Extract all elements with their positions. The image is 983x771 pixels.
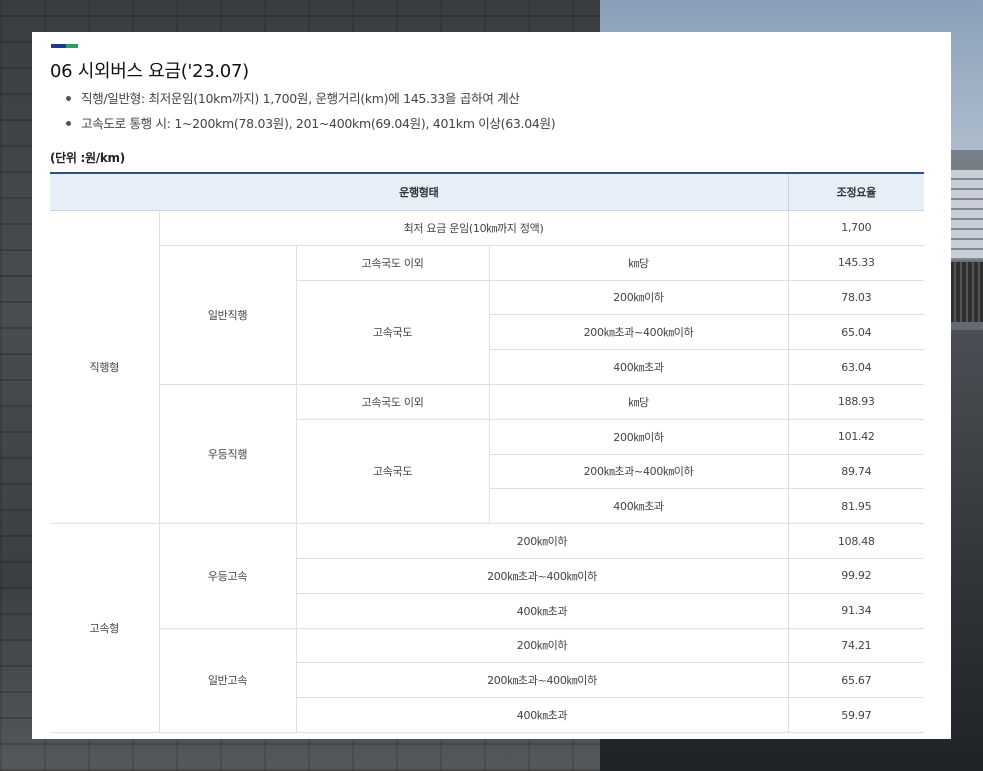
subgroup-cell: 일반고속 — [159, 627, 297, 733]
header-adjusted-rate: 조정요율 — [787, 172, 925, 211]
building-background — [948, 170, 983, 260]
table-row: 고속형 우등고속 200㎞이하 108.48 — [50, 523, 925, 733]
rate-cell: 145.33 — [787, 244, 925, 281]
distance-cell: 200㎞이하 — [295, 627, 789, 664]
fare-note-item: 고속도로 통행 시: 1~200km(78.03원), 201~400km(69… — [66, 115, 556, 140]
road-type-cell: 고속국도 — [296, 279, 490, 385]
header-operation-type: 운행형태 — [50, 172, 789, 211]
min-fare-label: 최저 요금 운임(10㎞까지 정액) — [158, 210, 789, 246]
distance-cell: 200㎞초과~400㎞이하 — [296, 557, 789, 594]
group-cell: 고속형 — [50, 523, 160, 733]
road-type-cell: 고속국도 이외 — [295, 383, 490, 420]
unit-label: (단위 :원/km) — [50, 151, 125, 165]
distance-cell: 200㎞초과~400㎞이하 — [296, 662, 789, 699]
table-row: 일반고속 200㎞이하 74.21 — [50, 627, 925, 733]
subgroup-cell: 일반직행 — [159, 244, 297, 385]
distance-cell: 400㎞초과 — [489, 488, 789, 525]
table-header-row: 운행형태 조정요율 — [50, 172, 925, 211]
rate-cell: 99.92 — [787, 557, 925, 594]
distance-cell: 200㎞이하 — [295, 523, 789, 559]
rate-cell: 1,700 — [787, 210, 925, 246]
rate-cell: 89.74 — [787, 453, 925, 490]
road-type-cell: 고속국도 이외 — [295, 244, 490, 281]
fare-info-panel: 06 시외버스 요금('23.07) 직행/일반형: 최저운임(10km까지) … — [32, 32, 951, 739]
distance-cell: ㎞당 — [488, 244, 789, 281]
rate-cell: 65.04 — [787, 314, 925, 351]
distance-cell: 400㎞초과 — [489, 349, 789, 385]
table-row: 직행형 최저 요금 운임(10㎞까지 정액) 1,700 — [50, 209, 925, 525]
distance-cell: 400㎞초과 — [296, 697, 789, 733]
rate-cell: 59.97 — [787, 697, 925, 733]
rate-cell: 65.67 — [787, 662, 925, 699]
rate-cell: 81.95 — [787, 488, 925, 525]
fare-notes-list: 직행/일반형: 최저운임(10km까지) 1,700원, 운행거리(km)에 1… — [66, 90, 556, 140]
rate-cell: 63.04 — [787, 349, 925, 385]
fare-note-item: 직행/일반형: 최저운임(10km까지) 1,700원, 운행거리(km)에 1… — [66, 90, 555, 115]
subgroup-cell: 우등고속 — [158, 523, 297, 629]
roof-background — [948, 262, 983, 322]
table-row: 우등직행 고속국도 이외 ㎞당 188.93 — [50, 383, 925, 525]
distance-cell: 200㎞초과~400㎞이하 — [489, 453, 789, 490]
distance-cell: 200㎞이하 — [488, 279, 789, 316]
distance-cell: ㎞당 — [488, 383, 789, 420]
fare-table: 운행형태 조정요율 직행형 최저 요금 운임(10㎞까지 정액) 1,700 일… — [50, 172, 925, 733]
subgroup-cell: 우등직행 — [159, 383, 297, 525]
distance-cell: 200㎞이하 — [488, 418, 789, 455]
rate-cell: 101.42 — [787, 418, 925, 455]
distance-cell: 200㎞초과~400㎞이하 — [489, 314, 789, 351]
rate-cell: 188.93 — [787, 383, 925, 420]
rate-cell: 91.34 — [787, 592, 925, 629]
distance-cell: 400㎞초과 — [296, 592, 789, 629]
road-type-cell: 고속국도 — [296, 418, 490, 525]
table-row: 일반직행 고속국도 이외 ㎞당 145.33 — [50, 244, 925, 385]
group-cell: 직행형 — [50, 209, 160, 525]
rate-cell: 74.21 — [787, 627, 925, 664]
title-accent-bar — [51, 44, 78, 48]
page-title: 06 시외버스 요금('23.07) — [50, 61, 249, 82]
rate-cell: 78.03 — [787, 279, 925, 316]
rate-cell: 108.48 — [787, 523, 925, 559]
